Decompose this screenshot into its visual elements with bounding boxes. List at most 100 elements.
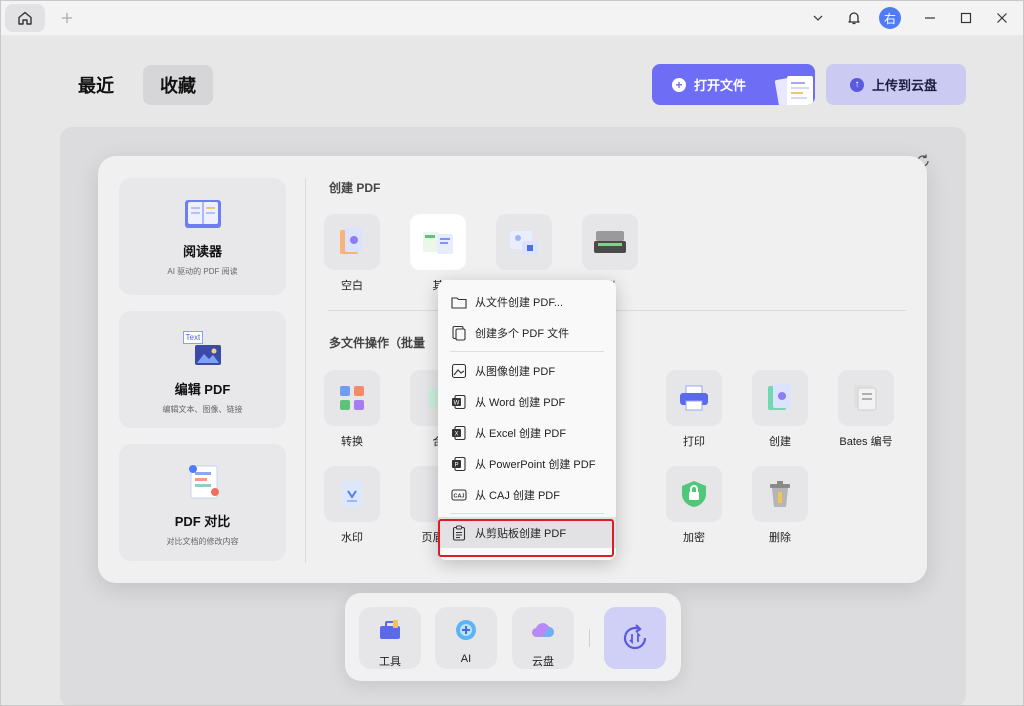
menu-item-from-caj[interactable]: CAJ 从 CAJ 创建 PDF bbox=[438, 479, 616, 510]
edit-pdf-card[interactable]: Text 编辑 PDF 编辑文本、图像、链接 bbox=[119, 311, 286, 428]
home-icon bbox=[18, 11, 32, 25]
close-button[interactable] bbox=[987, 3, 1017, 33]
toolbox-icon bbox=[380, 620, 400, 639]
tab-favorites-label: 收藏 bbox=[160, 76, 196, 96]
excel-icon: X bbox=[451, 425, 466, 440]
watermark-label: 水印 bbox=[341, 532, 363, 544]
reader-card[interactable]: 阅读器 AI 驱动的 PDF 阅读 bbox=[119, 178, 286, 295]
blank-label: 空白 bbox=[341, 280, 363, 292]
section-divider bbox=[328, 310, 906, 311]
scanner-icon bbox=[594, 231, 626, 253]
delete-label: 删除 bbox=[769, 532, 791, 544]
create-document-icon bbox=[768, 384, 791, 410]
tab-recent[interactable]: 最近 bbox=[61, 65, 131, 105]
reader-title: 阅读器 bbox=[182, 244, 222, 259]
menu-item-from-image[interactable]: 从图像创建 PDF bbox=[438, 355, 616, 386]
lock-shield-icon bbox=[682, 481, 706, 507]
open-file-label: 打开文件 bbox=[694, 78, 747, 93]
menu-separator bbox=[450, 513, 604, 514]
create-section-title: 创建 PDF bbox=[329, 181, 381, 195]
menu-separator bbox=[450, 351, 604, 352]
create-batch-label: 创建 bbox=[769, 436, 791, 448]
clipboard-highlight-box bbox=[438, 519, 614, 557]
vertical-divider bbox=[305, 178, 306, 563]
watermark-tool[interactable]: 水印 bbox=[317, 466, 387, 545]
bates-tool[interactable]: Bates 编号 bbox=[831, 370, 901, 449]
edit-badge-text: Text bbox=[182, 331, 204, 344]
toolbar-separator bbox=[589, 629, 590, 647]
encrypt-label: 加密 bbox=[683, 532, 705, 544]
compare-subtitle: 对比文档的修改内容 bbox=[166, 537, 239, 546]
minimize-icon bbox=[925, 17, 935, 19]
convert-label: 转换 bbox=[341, 436, 363, 448]
tab-favorites[interactable]: 收藏 bbox=[143, 65, 213, 105]
cloud-label: 云盘 bbox=[532, 656, 554, 668]
image-create-tool[interactable] bbox=[489, 214, 559, 277]
bates-number-icon bbox=[854, 385, 877, 411]
reader-subtitle: AI 驱动的 PDF 阅读 bbox=[167, 267, 238, 276]
chevron-down-icon bbox=[813, 15, 823, 21]
id-card-icon bbox=[510, 231, 538, 255]
cloud-button[interactable]: 云盘 bbox=[512, 607, 574, 669]
edit-image-icon: Text bbox=[182, 331, 223, 367]
bates-label: Bates 编号 bbox=[839, 436, 893, 448]
new-tab-button[interactable] bbox=[57, 8, 77, 28]
caj-icon: CAJ bbox=[450, 488, 467, 501]
bottom-toolbar: 工具 AI 云盘 bbox=[345, 593, 681, 681]
batch-section-title: 多文件操作（批量 bbox=[329, 336, 426, 350]
menu-item-label: 从 Excel 创建 PDF bbox=[475, 427, 567, 440]
folder-icon bbox=[450, 296, 467, 309]
edit-title: 编辑 PDF bbox=[174, 382, 231, 397]
menu-item-label: 从文件创建 PDF... bbox=[475, 296, 564, 309]
upload-cloud-button[interactable]: ↑ 上传到云盘 bbox=[826, 64, 966, 105]
powerpoint-icon: P bbox=[451, 456, 466, 471]
create-pdf-dropdown: 从文件创建 PDF... 创建多个 PDF 文件 从图像创建 PDF W 从 W… bbox=[438, 280, 616, 560]
sync-button[interactable] bbox=[604, 607, 666, 669]
avatar[interactable]: 右 bbox=[879, 7, 901, 29]
menu-item-multiple-files[interactable]: 创建多个 PDF 文件 bbox=[438, 317, 616, 348]
ai-button[interactable]: AI bbox=[435, 607, 497, 669]
menu-item-from-excel[interactable]: X 从 Excel 创建 PDF bbox=[438, 417, 616, 448]
bell-icon bbox=[848, 12, 860, 25]
tools-button[interactable]: 工具 bbox=[359, 607, 421, 669]
tabs-dropdown-button[interactable] bbox=[803, 3, 833, 33]
tools-label: 工具 bbox=[379, 656, 401, 668]
maximize-icon bbox=[960, 12, 972, 24]
menu-item-label: 从图像创建 PDF bbox=[475, 365, 556, 378]
multiple-documents-icon bbox=[451, 325, 466, 341]
title-bar: 右 bbox=[1, 1, 1023, 35]
cloud-icon bbox=[531, 623, 554, 638]
ai-orb-icon bbox=[456, 620, 476, 640]
minimize-button[interactable] bbox=[915, 3, 945, 33]
watermark-icon bbox=[342, 481, 362, 507]
print-label: 打印 bbox=[683, 436, 705, 448]
blank-pdf-tool[interactable]: 空白 bbox=[317, 214, 387, 293]
menu-item-from-powerpoint[interactable]: P 从 PowerPoint 创建 PDF bbox=[438, 448, 616, 479]
maximize-button[interactable] bbox=[951, 3, 981, 33]
encrypt-tool[interactable]: 加密 bbox=[659, 466, 729, 545]
delete-tool[interactable]: 删除 bbox=[745, 466, 815, 545]
print-tool[interactable]: 打印 bbox=[659, 370, 729, 449]
compare-pdf-card[interactable]: PDF 对比 对比文档的修改内容 bbox=[119, 444, 286, 561]
book-icon bbox=[184, 200, 221, 228]
app-window: 右 最近 收藏 + 打开文件 ↑ 上传到云盘 阅读器 AI 驱动的 PDF 阅读… bbox=[0, 0, 1024, 706]
trash-icon bbox=[770, 481, 790, 507]
files-icon bbox=[423, 232, 453, 254]
menu-item-label: 创建多个 PDF 文件 bbox=[475, 327, 570, 340]
plus-circle-icon: + bbox=[672, 77, 686, 92]
blank-document-icon bbox=[340, 228, 363, 254]
open-file-button[interactable]: + 打开文件 bbox=[652, 64, 815, 105]
ai-label: AI bbox=[460, 653, 472, 665]
avatar-text: 右 bbox=[883, 11, 896, 26]
svg-text:CAJ: CAJ bbox=[453, 493, 464, 499]
home-tab[interactable] bbox=[5, 4, 45, 32]
menu-item-label: 从 Word 创建 PDF bbox=[475, 396, 566, 409]
create-batch-tool[interactable]: 创建 bbox=[745, 370, 815, 449]
compare-title: PDF 对比 bbox=[174, 514, 231, 529]
documents-illustration-icon bbox=[774, 76, 813, 105]
convert-tool[interactable]: 转换 bbox=[317, 370, 387, 449]
menu-item-from-file[interactable]: 从文件创建 PDF... bbox=[438, 286, 616, 317]
edit-subtitle: 编辑文本、图像、链接 bbox=[162, 405, 243, 414]
menu-item-from-word[interactable]: W 从 Word 创建 PDF bbox=[438, 386, 616, 417]
notification-button[interactable] bbox=[839, 3, 869, 33]
